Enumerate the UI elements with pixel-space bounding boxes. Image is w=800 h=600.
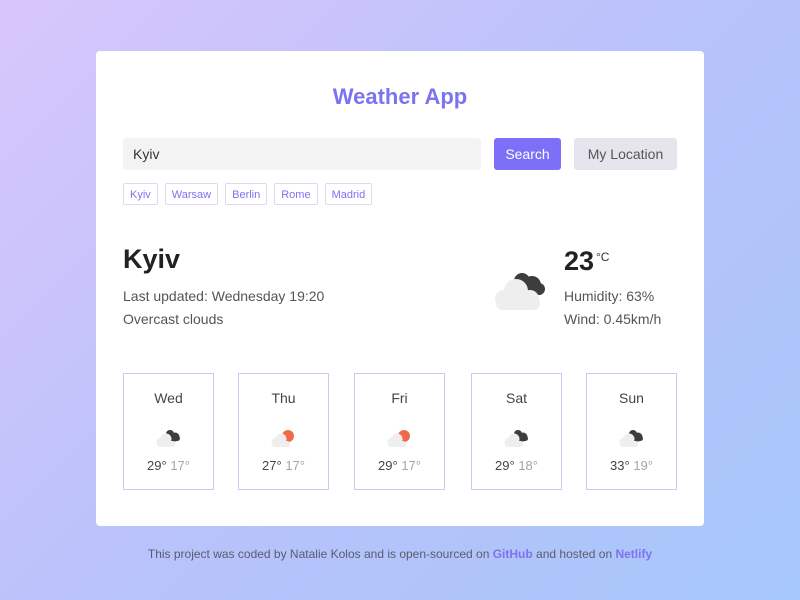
- app-title: Weather App: [332, 84, 468, 109]
- forecast-min-temp: 17°: [285, 458, 305, 473]
- forecast-day-fri: Fri 29° 17°: [354, 373, 445, 490]
- city-search-input[interactable]: [123, 138, 481, 170]
- overcast-clouds-icon: [495, 273, 545, 310]
- weather-card: Weather App Search My Location Kyiv Wars…: [96, 51, 704, 526]
- forecast-temps: 33° 19°: [587, 458, 676, 473]
- weather-description: Overcast clouds: [123, 311, 224, 327]
- forecast-temps: 29° 17°: [355, 458, 444, 473]
- forecast-day-label: Sun: [619, 390, 644, 406]
- forecast-day-wed: Wed 29° 17°: [123, 373, 214, 490]
- current-city-name: Kyiv: [123, 244, 181, 274]
- forecast-min-temp: 19°: [633, 458, 653, 473]
- forecast-day-label: Wed: [154, 390, 183, 406]
- quick-city-list: Kyiv Warsaw Berlin Rome Madrid: [123, 183, 373, 205]
- dark-clouds-icon: [156, 430, 180, 447]
- footer-text-middle: and hosted on: [532, 547, 616, 561]
- forecast-temps: 27° 17°: [239, 458, 328, 473]
- forecast-day-label: Fri: [391, 390, 408, 406]
- temperature-unit[interactable]: °C: [596, 250, 609, 264]
- forecast-day-sun: Sun 33° 19°: [586, 373, 677, 490]
- forecast-min-temp: 17°: [401, 458, 421, 473]
- forecast-temps: 29° 17°: [124, 458, 213, 473]
- forecast-max-temp: 29°: [378, 458, 398, 473]
- city-chip-rome[interactable]: Rome: [274, 183, 318, 205]
- my-location-button[interactable]: My Location: [574, 138, 677, 170]
- github-link[interactable]: GitHub: [493, 547, 533, 561]
- forecast-min-temp: 18°: [518, 458, 538, 473]
- city-chip-berlin[interactable]: Berlin: [225, 183, 268, 205]
- forecast-day-label: Sat: [505, 390, 527, 406]
- forecast-max-temp: 29°: [495, 458, 515, 473]
- forecast-day-thu: Thu 27° 17°: [238, 373, 329, 490]
- search-button[interactable]: Search: [494, 138, 561, 170]
- last-updated-text: Last updated: Wednesday 19:20: [123, 288, 325, 304]
- city-chip-warsaw[interactable]: Warsaw: [164, 183, 219, 205]
- forecast-temps: 29° 18°: [472, 458, 561, 473]
- footer-text-before: This project was coded by Natalie Kolos …: [147, 547, 493, 561]
- footer: This project was coded by Natalie Kolos …: [0, 547, 800, 561]
- wind-text: Wind: 0.45km/h: [564, 311, 662, 327]
- forecast-max-temp: 33°: [610, 458, 630, 473]
- sun-behind-cloud-icon: [387, 430, 410, 447]
- forecast-day-label: Thu: [271, 390, 296, 406]
- forecast-max-temp: 29°: [147, 458, 167, 473]
- forecast-day-sat: Sat 29° 18°: [471, 373, 562, 490]
- city-chip-madrid[interactable]: Madrid: [324, 183, 373, 205]
- city-chip-kyiv[interactable]: Kyiv: [123, 183, 158, 205]
- dark-clouds-icon: [619, 430, 643, 447]
- current-temperature: 23: [564, 246, 595, 276]
- netlify-link[interactable]: Netlify: [615, 547, 652, 561]
- forecast-max-temp: 27°: [262, 458, 282, 473]
- humidity-text: Humidity: 63%: [564, 288, 655, 304]
- forecast-min-temp: 17°: [170, 458, 190, 473]
- dark-clouds-icon: [504, 430, 528, 447]
- sun-behind-cloud-icon: [271, 430, 294, 447]
